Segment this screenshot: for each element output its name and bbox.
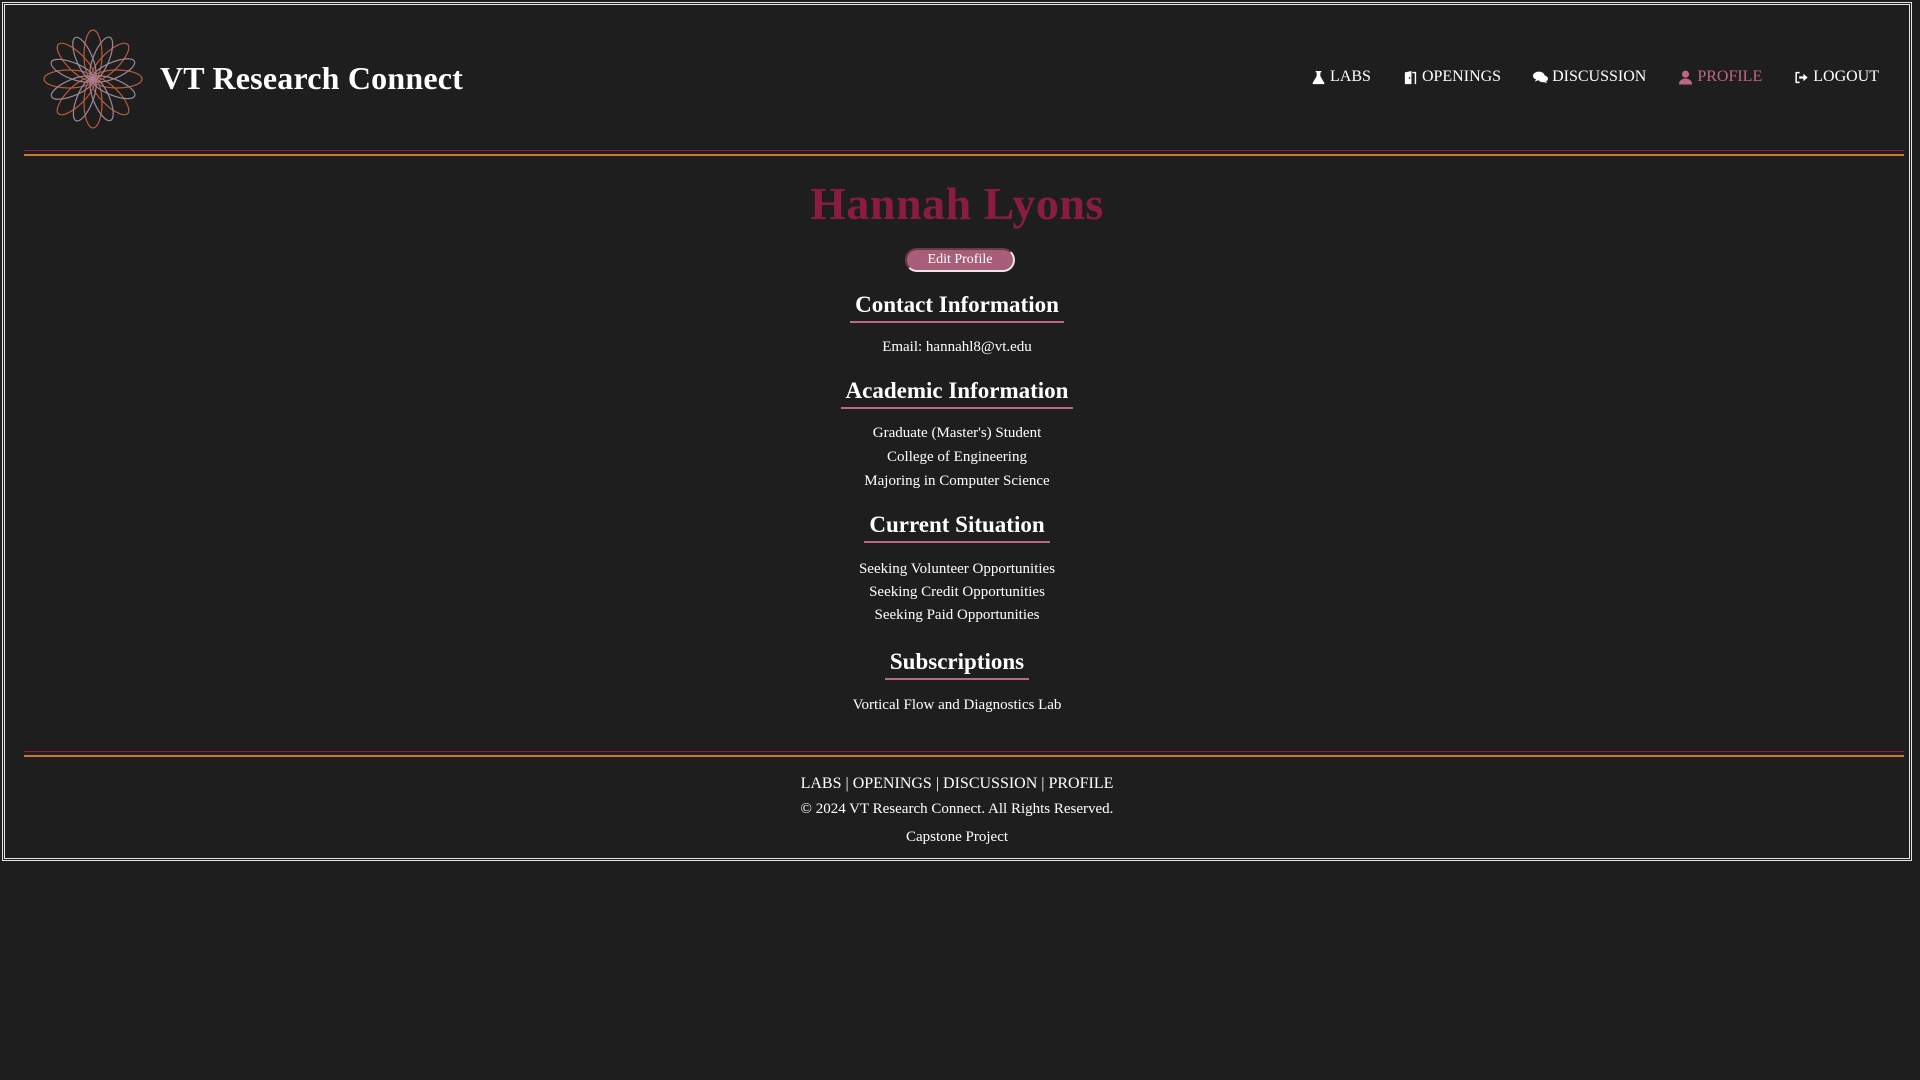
header-divider [24, 150, 1904, 156]
nav-profile[interactable]: PROFILE [1678, 68, 1762, 86]
user-icon [1679, 70, 1693, 85]
situation-line: Seeking Volunteer Opportunities [858, 561, 1056, 577]
footer-link-openings[interactable]: OPENINGS [853, 775, 932, 792]
current-situation-heading: Current Situation [5, 512, 1909, 543]
copyright-text: © 2024 VT Research Connect. All Rights R… [800, 801, 1114, 817]
email-line: Email: hannahl8@vt.edu [882, 339, 1032, 355]
logout-icon [1795, 71, 1808, 83]
subscriptions-heading: Subscriptions [5, 649, 1909, 680]
nav-label: DISCUSSION [1552, 68, 1647, 85]
footer-separator: | [935, 775, 940, 792]
academic-line: Graduate (Master's) Student [872, 425, 1042, 441]
nav-labs[interactable]: LABS [1311, 68, 1371, 86]
nav-discussion[interactable]: DISCUSSION [1533, 68, 1646, 86]
subscription-item[interactable]: Vortical Flow and Diagnostics Lab [5, 697, 1909, 714]
flask-icon [1312, 70, 1325, 84]
situation-line: Seeking Paid Opportunities [874, 607, 1040, 623]
academic-info-heading: Academic Information [5, 378, 1909, 409]
footer-separator: | [845, 775, 849, 792]
section-title-text: Contact Information [850, 292, 1064, 323]
nav-logout[interactable]: LOGOUT [1794, 68, 1879, 86]
contact-info-heading: Contact Information [5, 292, 1909, 323]
door-icon [1404, 70, 1417, 84]
nav-label: LOGOUT [1813, 68, 1879, 85]
flower-logo-icon[interactable] [41, 27, 145, 131]
nav-label: OPENINGS [1421, 68, 1502, 85]
comments-icon [1533, 71, 1549, 83]
footer-link-labs[interactable]: LABS [801, 775, 842, 792]
main-nav: LABS OPENINGS DISCUSSION PROFILE LOGOUT [1311, 68, 1879, 86]
site-header: VT Research Connect LABS OPENINGS DISCUS… [5, 5, 1909, 150]
profile-name: Hannah Lyons [810, 178, 1104, 229]
edit-profile-button[interactable]: Edit Profile [905, 248, 1015, 272]
nav-openings[interactable]: OPENINGS [1403, 68, 1501, 86]
section-title-text: Subscriptions [884, 649, 1030, 680]
footer-link-discussion[interactable]: DISCUSSION [943, 775, 1037, 792]
nav-label: PROFILE [1697, 68, 1763, 85]
section-title-text: Current Situation [864, 512, 1050, 543]
academic-line: College of Engineering [887, 449, 1027, 465]
footer-divider [24, 751, 1904, 757]
situation-line: Seeking Credit Opportunities [869, 584, 1045, 600]
academic-line: Majoring in Computer Science [864, 473, 1050, 489]
nav-label: LABS [1330, 68, 1371, 85]
capstone-note: Capstone Project [905, 829, 1009, 845]
footer-link-profile[interactable]: PROFILE [1048, 775, 1113, 792]
site-title[interactable]: VT Research Connect [160, 60, 463, 97]
footer-nav: LABS | OPENINGS | DISCUSSION | PROFILE [5, 775, 1909, 793]
footer-separator: | [1041, 775, 1045, 792]
page-frame: VT Research Connect LABS OPENINGS DISCUS… [2, 2, 1912, 861]
section-title-text: Academic Information [840, 378, 1074, 409]
